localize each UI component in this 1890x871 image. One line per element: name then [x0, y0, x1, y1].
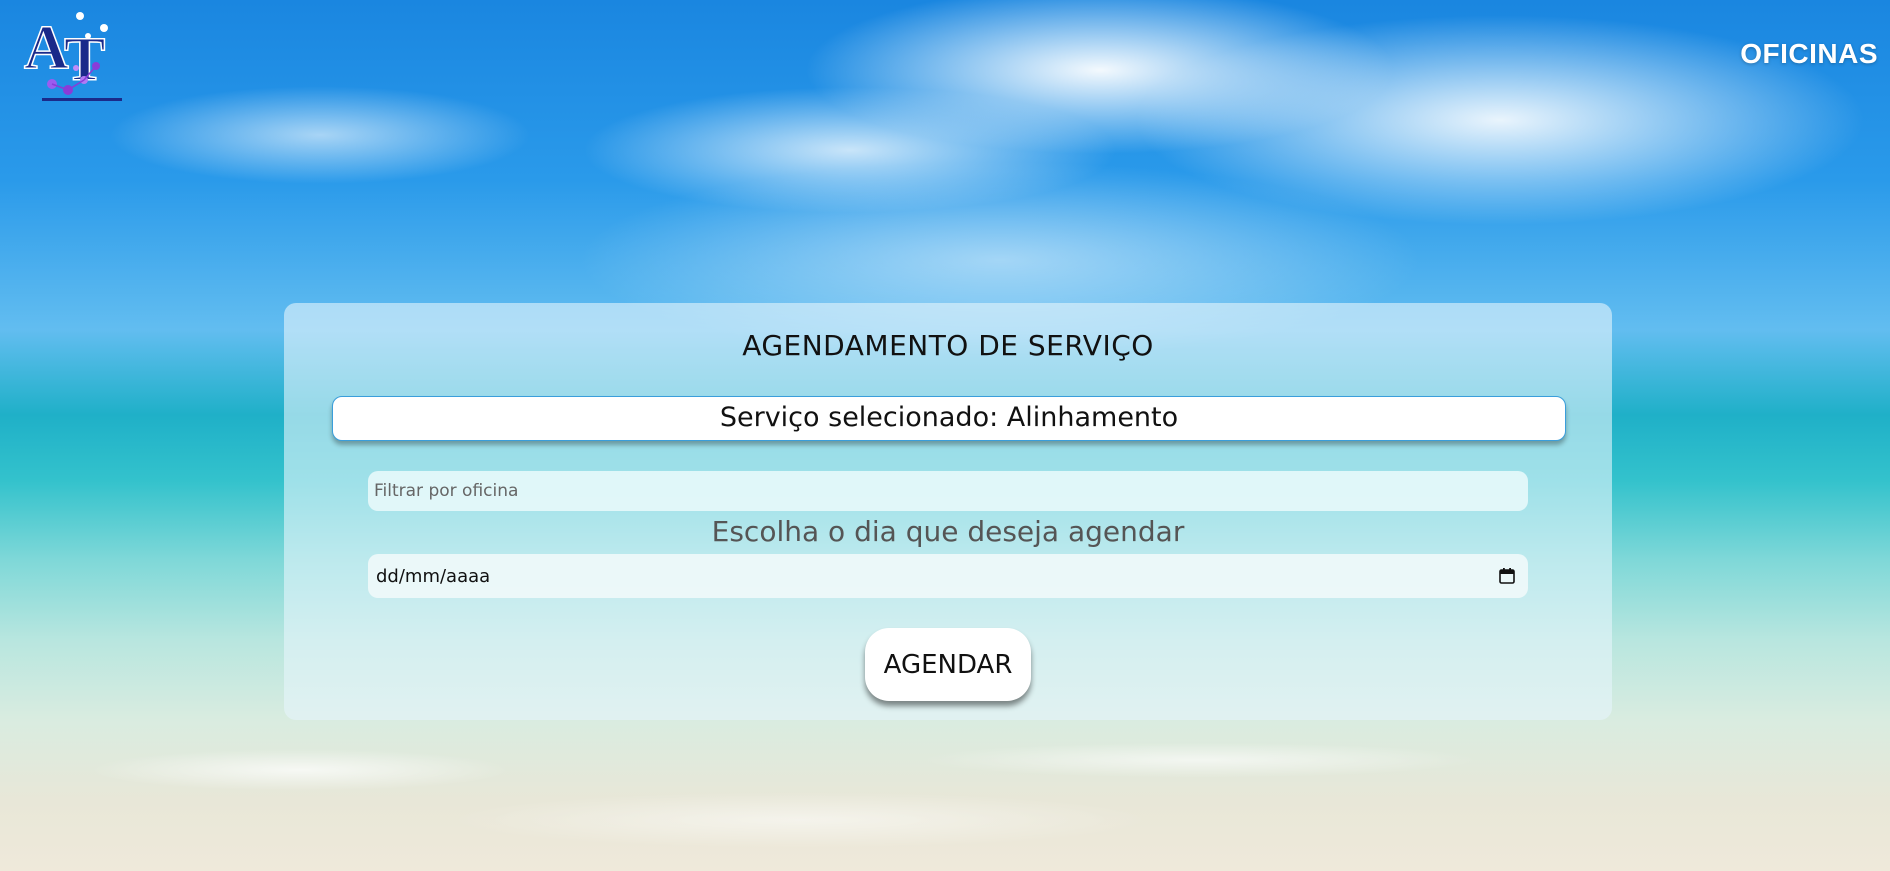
schedule-button[interactable]: AGENDAR — [865, 628, 1031, 701]
background-shore — [0, 700, 1890, 871]
booking-form-card: AGENDAMENTO DE SERVIÇO Serviço seleciona… — [284, 303, 1612, 720]
form-title: AGENDAMENTO DE SERVIÇO — [742, 329, 1154, 362]
calendar-icon[interactable] — [1498, 567, 1516, 585]
date-input[interactable]: dd/mm/aaaa — [368, 554, 1528, 598]
date-label: Escolha o dia que deseja agendar — [711, 515, 1185, 548]
logo-image[interactable]: A T — [22, 6, 134, 104]
workshop-filter-input[interactable] — [368, 471, 1528, 511]
date-input-value: dd/mm/aaaa — [376, 565, 491, 587]
nav-link-oficinas[interactable]: OFICINAS — [1740, 38, 1878, 70]
selected-service-display: Serviço selecionado: Alinhamento — [332, 396, 1566, 441]
svg-text:A: A — [24, 14, 69, 82]
